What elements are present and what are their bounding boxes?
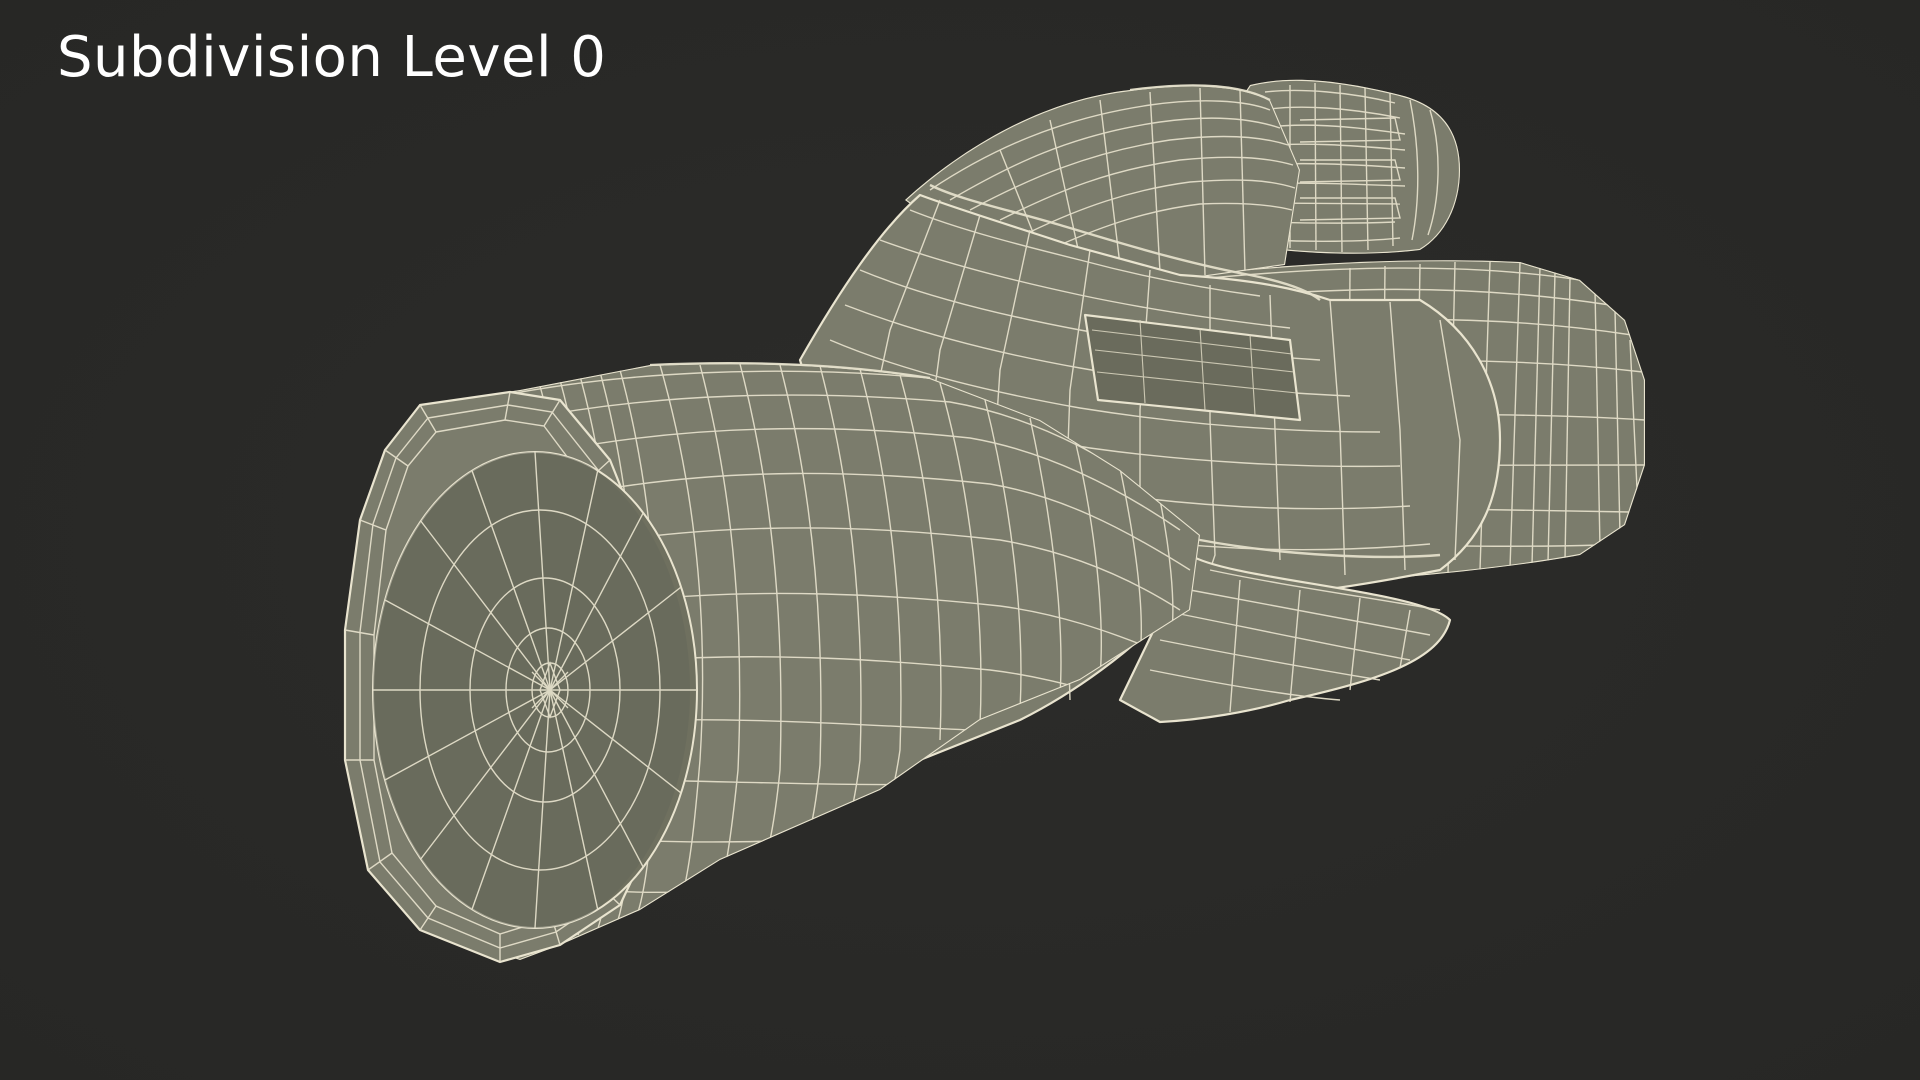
flashlight-wireframe-render — [343, 79, 1645, 964]
viewport: Subdivision Level 0 — [0, 0, 1920, 1080]
